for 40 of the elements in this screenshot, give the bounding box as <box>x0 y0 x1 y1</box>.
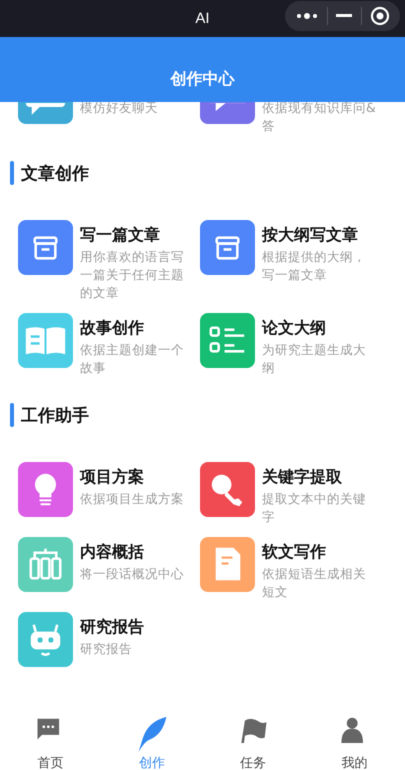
card-title[interactable]: 按大纲写文章 <box>262 222 376 248</box>
card-description: 模仿好友聊天 <box>80 102 159 117</box>
card-title[interactable]: 研究报告 <box>80 614 194 640</box>
more-icon[interactable] <box>295 11 320 21</box>
card-description: 依据主题创建一个故事 <box>80 341 185 377</box>
app-icon-tile[interactable] <box>18 220 73 275</box>
card-description: 依据短语生成相关短文 <box>262 565 367 601</box>
section-marker <box>10 403 14 427</box>
card-title[interactable]: 内容概括 <box>80 539 194 565</box>
card-description: 提取文本中的关键字 <box>262 490 367 526</box>
card-title[interactable]: 论文大纲 <box>262 315 376 341</box>
card-description: 将一段话概况中心 <box>80 565 185 583</box>
card-description: 用你喜欢的语言写一篇关于任何主题的文章 <box>80 248 185 302</box>
tab-item[interactable]: 我的 <box>304 712 405 770</box>
page-title: 创作中心 <box>170 69 234 90</box>
card-title[interactable]: 关键字提取 <box>262 464 376 490</box>
card-title[interactable]: 故事创作 <box>80 315 194 341</box>
app-icon-tile[interactable] <box>18 537 73 592</box>
app-icon-tile[interactable] <box>18 612 73 667</box>
card-description: 研究报告 <box>80 640 133 658</box>
section-marker <box>10 161 14 185</box>
app-icon-tile[interactable] <box>18 462 73 517</box>
app-icon-tile[interactable] <box>200 220 255 275</box>
minimize-icon[interactable] <box>336 14 352 18</box>
card-description: 为研究主题生成大纲 <box>262 341 367 377</box>
card-description: 根据提供的大纲，写一篇文章 <box>262 248 367 284</box>
section-title: 文章创作 <box>21 162 89 184</box>
app-title: AI <box>195 10 210 27</box>
app-icon-tile[interactable] <box>18 313 73 368</box>
app-icon-tile[interactable] <box>200 537 255 592</box>
app-icon-tile[interactable] <box>200 313 255 368</box>
card-title[interactable]: 写一篇文章 <box>80 222 194 248</box>
tab-item[interactable]: 创作 <box>101 712 202 770</box>
card-title[interactable]: 项目方案 <box>80 464 194 490</box>
section-title: 工作助手 <box>21 404 89 426</box>
card-description: 依据项目生成方案 <box>80 490 185 508</box>
card-title[interactable]: 软文写作 <box>262 539 376 565</box>
tab-item[interactable]: 任务 <box>202 712 304 770</box>
close-icon[interactable] <box>370 6 390 26</box>
tab-item[interactable]: 首页 <box>0 712 102 770</box>
